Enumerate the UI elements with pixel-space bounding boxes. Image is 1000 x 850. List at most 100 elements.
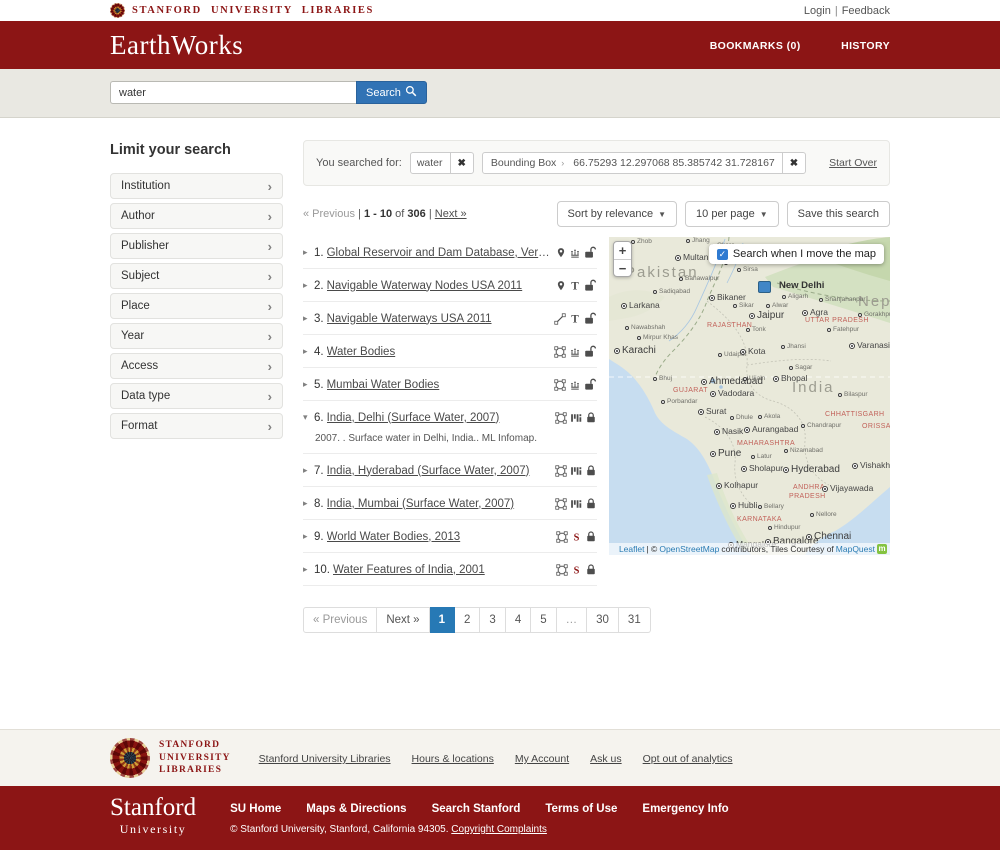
polygon-icon	[556, 531, 568, 543]
search-on-move-control[interactable]: ✓ Search when I move the map	[709, 244, 884, 264]
expand-caret-icon[interactable]: ▸	[303, 379, 314, 390]
result-title-link[interactable]: India, Hyderabad (Surface Water, 2007)	[327, 465, 549, 477]
checkbox-checked-icon[interactable]: ✓	[717, 249, 728, 260]
result-title-link[interactable]: Mumbai Water Bodies	[327, 379, 548, 391]
result-title-link[interactable]: India, Mumbai (Surface Water, 2007)	[327, 498, 549, 510]
city-marker-icon	[709, 295, 715, 301]
results-page-info: « Previous | 1 - 10 of 306 | Next »	[303, 208, 467, 220]
facet-label: Subject	[121, 270, 159, 282]
per-page-dropdown-button[interactable]: 10 per page▼	[685, 201, 779, 227]
footer-link-stanford-university-libraries[interactable]: Stanford University Libraries	[259, 753, 391, 765]
map-label-fatehpur: Fatehpur	[827, 327, 859, 334]
subfooter-link-maps-directions[interactable]: Maps & Directions	[306, 803, 406, 815]
facet-author[interactable]: Author›	[110, 203, 283, 229]
facet-access[interactable]: Access›	[110, 353, 283, 379]
login-link[interactable]: Login	[804, 5, 831, 17]
expand-caret-icon[interactable]: ▸	[303, 531, 314, 542]
tufts-t-icon: T	[569, 279, 581, 292]
city-marker-icon	[749, 313, 755, 319]
openstreetmap-link[interactable]: OpenStreetMap	[659, 544, 719, 554]
collapse-caret-icon[interactable]: ▾	[303, 412, 314, 423]
polygon-icon	[556, 564, 568, 576]
expand-caret-icon[interactable]: ▸	[303, 465, 314, 476]
town-marker-icon	[637, 336, 641, 340]
facet-format[interactable]: Format›	[110, 413, 283, 439]
city-marker-icon	[614, 348, 620, 354]
facet-label: Format	[121, 420, 157, 432]
feedback-link[interactable]: Feedback	[842, 5, 890, 17]
subfooter-link-terms-of-use[interactable]: Terms of Use	[545, 803, 617, 815]
zoom-out-button[interactable]: −	[614, 259, 631, 276]
facet-label: Publisher	[121, 240, 169, 252]
subfooter-link-search-stanford[interactable]: Search Stanford	[432, 803, 521, 815]
result-title-link[interactable]: World Water Bodies, 2013	[327, 531, 550, 543]
town-marker-icon	[768, 526, 772, 530]
save-search-button[interactable]: Save this search	[787, 201, 890, 227]
expand-caret-icon[interactable]: ▸	[303, 313, 314, 324]
page-30[interactable]: 30	[587, 607, 619, 633]
page-1[interactable]: 1	[430, 607, 455, 633]
footer-links: Stanford University Libraries Hours & loc…	[259, 749, 754, 767]
map-label-pune: Pune	[710, 449, 741, 459]
earthworks-logo-link[interactable]: EarthWorks	[110, 30, 243, 61]
expand-caret-icon[interactable]: ▸	[303, 346, 314, 357]
footer-link-opt-out-of-analytics[interactable]: Opt out of analytics	[643, 753, 733, 765]
sort-dropdown-button[interactable]: Sort by relevance▼	[557, 201, 678, 227]
map-label-chennai: Chennai	[806, 532, 851, 542]
results-total: 306	[407, 208, 425, 220]
expand-caret-icon[interactable]: ▸	[303, 280, 314, 291]
facet-place[interactable]: Place›	[110, 293, 283, 319]
search-button[interactable]: Search	[356, 81, 427, 104]
limit-search-heading: Limit your search	[110, 142, 283, 158]
result-icons	[555, 464, 597, 477]
stanford-libraries-brand-link[interactable]: STANFORD UNIVERSITY LIBRARIES	[132, 5, 374, 16]
facet-label: Data type	[121, 390, 170, 402]
result-title-link[interactable]: India, Delhi (Surface Water, 2007)	[327, 412, 549, 424]
subfooter-link-emergency-info[interactable]: Emergency Info	[642, 803, 728, 815]
zoom-in-button[interactable]: +	[614, 242, 631, 259]
page-4[interactable]: 4	[506, 607, 531, 633]
facet-year[interactable]: Year›	[110, 323, 283, 349]
facet-data-type[interactable]: Data type›	[110, 383, 283, 409]
history-link[interactable]: HISTORY	[841, 40, 890, 52]
city-marker-icon	[822, 486, 828, 492]
map-label-porbandar: Porbandar	[661, 399, 697, 406]
facet-subject[interactable]: Subject›	[110, 263, 283, 289]
footer-link-ask-us[interactable]: Ask us	[590, 753, 622, 765]
result-title-link[interactable]: Navigable Waterway Nodes USA 2011	[327, 280, 550, 292]
next-link-top[interactable]: Next »	[435, 208, 467, 220]
results-list: ▸1.Global Reservoir and Dam Database, Ve…	[303, 236, 609, 586]
bounding-box-marker[interactable]	[758, 281, 771, 293]
expand-caret-icon[interactable]: ▸	[303, 564, 314, 575]
footer-link-hours-locations[interactable]: Hours & locations	[412, 753, 494, 765]
search-input[interactable]	[110, 81, 356, 104]
map-label-agra: Agra	[802, 308, 828, 317]
page-5[interactable]: 5	[531, 607, 556, 633]
footer-link-my-account[interactable]: My Account	[515, 753, 569, 765]
map-label-nellore: Nellore	[810, 512, 837, 519]
bookmarks-link[interactable]: BOOKMARKS (0)	[710, 40, 801, 52]
facet-publisher[interactable]: Publisher›	[110, 233, 283, 259]
search-constraints-box: You searched for: water✖Bounding Box›66.…	[303, 140, 890, 186]
leaflet-link[interactable]: Leaflet	[619, 544, 645, 554]
copyright-complaints-link[interactable]: Copyright Complaints	[451, 824, 547, 835]
lock-icon	[585, 464, 597, 477]
subfooter-link-su-home[interactable]: SU Home	[230, 803, 281, 815]
mapquest-link[interactable]: MapQuest	[836, 544, 875, 554]
facet-institution[interactable]: Institution›	[110, 173, 283, 199]
page-31[interactable]: 31	[619, 607, 651, 633]
result-title-link[interactable]: Water Features of India, 2001	[333, 564, 550, 576]
start-over-link[interactable]: Start Over	[829, 157, 877, 169]
page-3[interactable]: 3	[480, 607, 505, 633]
result-title-link[interactable]: Global Reservoir and Dam Database, Versi…	[327, 247, 550, 259]
results-range: 1 - 10	[364, 208, 392, 220]
remove-filter-button[interactable]: ✖	[782, 153, 805, 173]
results-map[interactable]: + − ✓ Search when I move the map Leaflet…	[609, 237, 890, 555]
expand-caret-icon[interactable]: ▸	[303, 498, 314, 509]
remove-filter-button[interactable]: ✖	[450, 153, 473, 173]
result-title-link[interactable]: Navigable Waterways USA 2011	[327, 313, 548, 325]
page-2[interactable]: 2	[455, 607, 480, 633]
page-next[interactable]: Next »	[377, 607, 429, 633]
expand-caret-icon[interactable]: ▸	[303, 247, 314, 258]
result-title-link[interactable]: Water Bodies	[327, 346, 548, 358]
